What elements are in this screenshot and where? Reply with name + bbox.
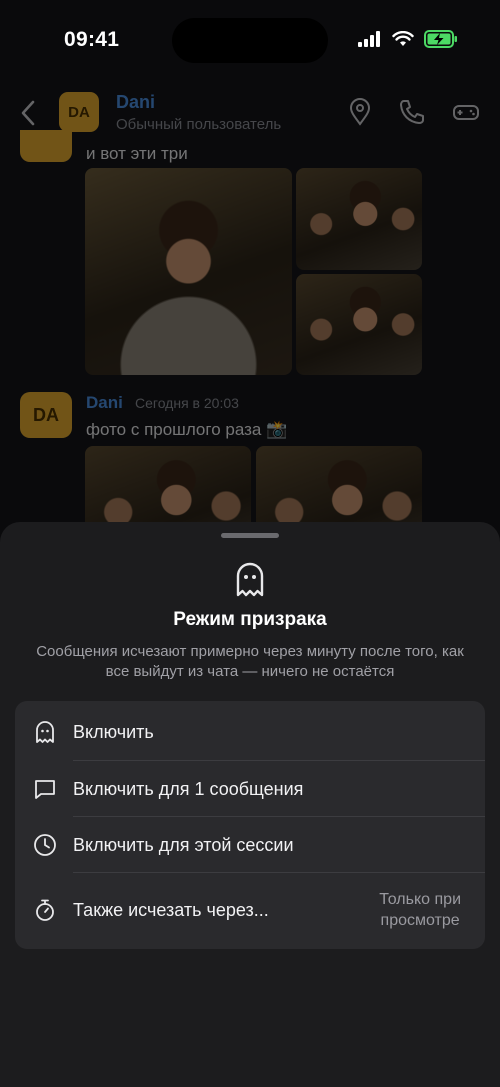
option-enable-one-message[interactable]: Включить для 1 сообщения [15, 761, 485, 817]
option-label: Включить [73, 721, 154, 742]
ghost-mode-sheet: Режим призрака Сообщения исчезают пример… [0, 522, 500, 1087]
option-label: Включить для этой сессии [73, 834, 294, 855]
sheet-title: Режим призрака [173, 609, 327, 630]
status-icons [358, 30, 458, 48]
clock: 09:41 [64, 28, 120, 51]
sheet-description: Сообщения исчезают примерно через минуту… [36, 643, 464, 680]
ghost-icon [36, 721, 54, 743]
option-label: Включить для 1 сообщения [73, 778, 304, 799]
option-enable[interactable]: Включить [15, 704, 485, 760]
option-label: Также исчезать через... [73, 899, 269, 920]
battery-charging-icon [424, 30, 457, 48]
option-value-line: Только при [379, 891, 461, 908]
sheet-grabber[interactable] [221, 533, 279, 538]
stopwatch-icon [36, 899, 54, 921]
signal-icon [358, 31, 380, 47]
option-enable-session[interactable]: Включить для этой сессии [15, 817, 485, 873]
options-list: Включить Включить для 1 сообщения Включи… [15, 701, 485, 949]
ghost-icon [236, 562, 264, 597]
option-disappear-after[interactable]: Также исчезать через... Только при просм… [15, 877, 485, 943]
message-bubble-icon [35, 780, 55, 799]
dynamic-island [172, 18, 328, 63]
wifi-icon [392, 31, 414, 46]
clock-icon [34, 834, 56, 856]
status-bar: 09:41 [0, 0, 500, 84]
divider [73, 872, 485, 873]
option-value-line: просмотре [380, 912, 460, 929]
option-value: Только при просмотре [379, 889, 461, 931]
